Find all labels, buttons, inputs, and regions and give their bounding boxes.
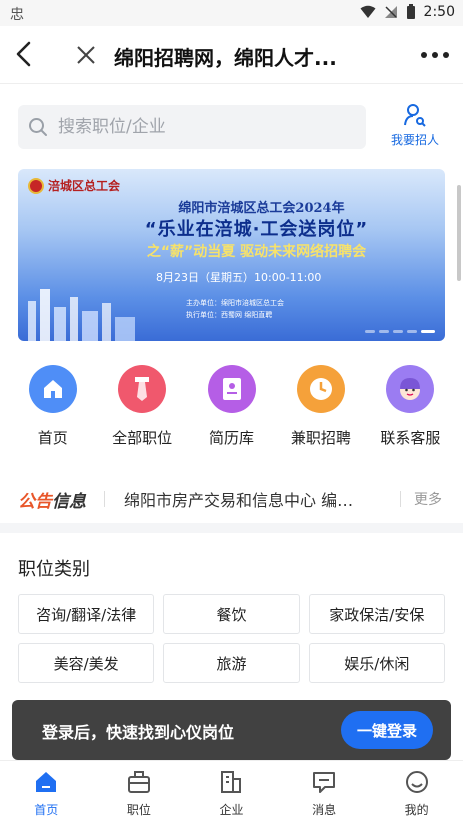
quick-nav-label: 首页 bbox=[37, 429, 68, 447]
message-icon bbox=[313, 772, 336, 793]
building-icon bbox=[221, 771, 242, 793]
clock-icon bbox=[296, 365, 345, 413]
banner-logo-text: 涪城区总工会 bbox=[48, 179, 121, 193]
quick-nav-label: 联系客服 bbox=[380, 429, 441, 447]
page-title: 绵阳招聘网，绵阳人才... bbox=[114, 46, 337, 70]
notice-divider bbox=[400, 491, 401, 507]
no-signal-icon bbox=[384, 6, 397, 18]
category-item[interactable]: 家政保洁/安保 bbox=[308, 594, 445, 634]
search-bar[interactable] bbox=[18, 105, 366, 149]
battery-icon bbox=[406, 4, 415, 19]
city-skyline-graphic bbox=[28, 289, 135, 341]
status-bar: 忠 2:50 bbox=[0, 0, 463, 26]
wifi-icon bbox=[360, 5, 376, 18]
login-prompt-message: 登录后，快速找到心仪岗位 bbox=[42, 723, 235, 742]
tie-icon bbox=[118, 365, 167, 413]
banner-logo: 涪城区总工会 bbox=[28, 177, 120, 194]
main-content[interactable]: 我要招人 涪城区总工会 绵阳市涪城区总工会2024年 “乐业在涪城·工会送岗位”… bbox=[0, 85, 463, 760]
service-icon bbox=[386, 365, 435, 413]
recruit-label: 我要招人 bbox=[390, 133, 439, 147]
tab-profile[interactable]: 我的 bbox=[370, 761, 463, 823]
section-divider bbox=[0, 523, 463, 533]
search-icon bbox=[29, 118, 47, 136]
banner-line-3: 之“薪”动当夏 驱动未来网络招聘会 bbox=[146, 244, 367, 260]
banner-date: 8月23日（星期五）10:00-11:00 bbox=[156, 271, 322, 284]
quick-nav-part-time[interactable]: 兼职招聘 bbox=[276, 365, 365, 448]
quick-nav-customer-service[interactable]: 联系客服 bbox=[366, 365, 455, 448]
more-menu-icon[interactable] bbox=[421, 52, 449, 58]
tab-label: 消息 bbox=[312, 803, 337, 817]
notice-divider bbox=[104, 491, 105, 507]
category-section-title: 职位类别 bbox=[18, 559, 90, 580]
app-notification-icon: 忠 bbox=[10, 7, 24, 23]
quick-nav-label: 兼职招聘 bbox=[290, 429, 351, 447]
notice-bar[interactable]: 公告信息 绵阳市房产交易和信息中心 编外用工招聘公告 更多 bbox=[0, 477, 463, 521]
banner-host: 主办单位：绵阳市涪城区总工会 bbox=[186, 299, 284, 307]
quick-nav-label: 简历库 bbox=[209, 429, 255, 447]
banner-organizers: 主办单位：绵阳市涪城区总工会 执行单位：西蜀网 绵阳直聘 bbox=[186, 297, 284, 321]
home-icon bbox=[28, 365, 77, 413]
profile-icon bbox=[405, 771, 428, 793]
tab-jobs[interactable]: 职位 bbox=[93, 761, 186, 823]
quick-nav-label: 全部职位 bbox=[112, 429, 173, 447]
recruit-icon bbox=[404, 104, 426, 127]
banner-line-1: 绵阳市涪城区总工会2024年 bbox=[178, 201, 345, 216]
quick-nav-all-jobs[interactable]: 全部职位 bbox=[97, 365, 186, 448]
title-bar: 绵阳招聘网，绵阳人才... bbox=[0, 26, 463, 84]
recruit-button[interactable]: 我要招人 bbox=[385, 103, 445, 148]
login-prompt: 登录后，快速找到心仪岗位 一键登录 bbox=[12, 700, 451, 760]
quick-nav-resume[interactable]: 简历库 bbox=[187, 365, 276, 448]
tab-messages[interactable]: 消息 bbox=[278, 761, 371, 823]
banner-executor: 执行单位：西蜀网 绵阳直聘 bbox=[186, 311, 273, 319]
banner-line-2: “乐业在涪城·工会送岗位” bbox=[144, 219, 369, 240]
tab-label: 我的 bbox=[404, 803, 429, 817]
notice-more-link[interactable]: 更多 bbox=[414, 489, 442, 509]
category-item[interactable]: 美容/美发 bbox=[18, 643, 155, 683]
notice-text[interactable]: 绵阳市房产交易和信息中心 编外用工招聘公告 bbox=[124, 487, 364, 511]
notice-brand: 公告信息 bbox=[18, 487, 86, 512]
briefcase-icon bbox=[127, 771, 150, 793]
resume-icon bbox=[207, 365, 256, 413]
promo-banner[interactable]: 涪城区总工会 绵阳市涪城区总工会2024年 “乐业在涪城·工会送岗位” 之“薪”… bbox=[18, 169, 445, 341]
banner-pager bbox=[365, 330, 435, 333]
bottom-tab-bar: 首页 职位 企业 消息 我的 bbox=[0, 760, 463, 823]
tab-label: 首页 bbox=[34, 803, 59, 817]
back-arrow-icon[interactable] bbox=[12, 40, 36, 68]
union-seal-icon bbox=[28, 177, 44, 194]
scrollbar[interactable] bbox=[457, 185, 461, 281]
tab-companies[interactable]: 企业 bbox=[185, 761, 278, 823]
tab-home[interactable]: 首页 bbox=[0, 761, 93, 823]
notice-brand-b: 信息 bbox=[52, 492, 86, 512]
category-item[interactable]: 餐饮 bbox=[163, 594, 300, 634]
close-icon[interactable] bbox=[75, 44, 97, 66]
quick-login-button[interactable]: 一键登录 bbox=[341, 711, 433, 749]
tab-label: 职位 bbox=[126, 803, 151, 817]
home-tab-icon bbox=[36, 772, 57, 792]
category-item[interactable]: 旅游 bbox=[163, 643, 300, 683]
quick-nav-home[interactable]: 首页 bbox=[8, 365, 97, 448]
clock-time: 2:50 bbox=[423, 4, 455, 20]
category-grid: 咨询/翻译/法律 餐饮 家政保洁/安保 美容/美发 旅游 娱乐/休闲 bbox=[18, 594, 445, 683]
status-icons: 2:50 bbox=[360, 4, 455, 20]
category-item[interactable]: 娱乐/休闲 bbox=[308, 643, 445, 683]
search-input[interactable] bbox=[58, 111, 348, 143]
tab-label: 企业 bbox=[219, 803, 244, 817]
category-item[interactable]: 咨询/翻译/法律 bbox=[18, 594, 155, 634]
quick-nav: 首页 全部职位 简历库 兼职招聘 联系客服 bbox=[0, 365, 463, 448]
notice-brand-a: 公告 bbox=[18, 492, 52, 512]
